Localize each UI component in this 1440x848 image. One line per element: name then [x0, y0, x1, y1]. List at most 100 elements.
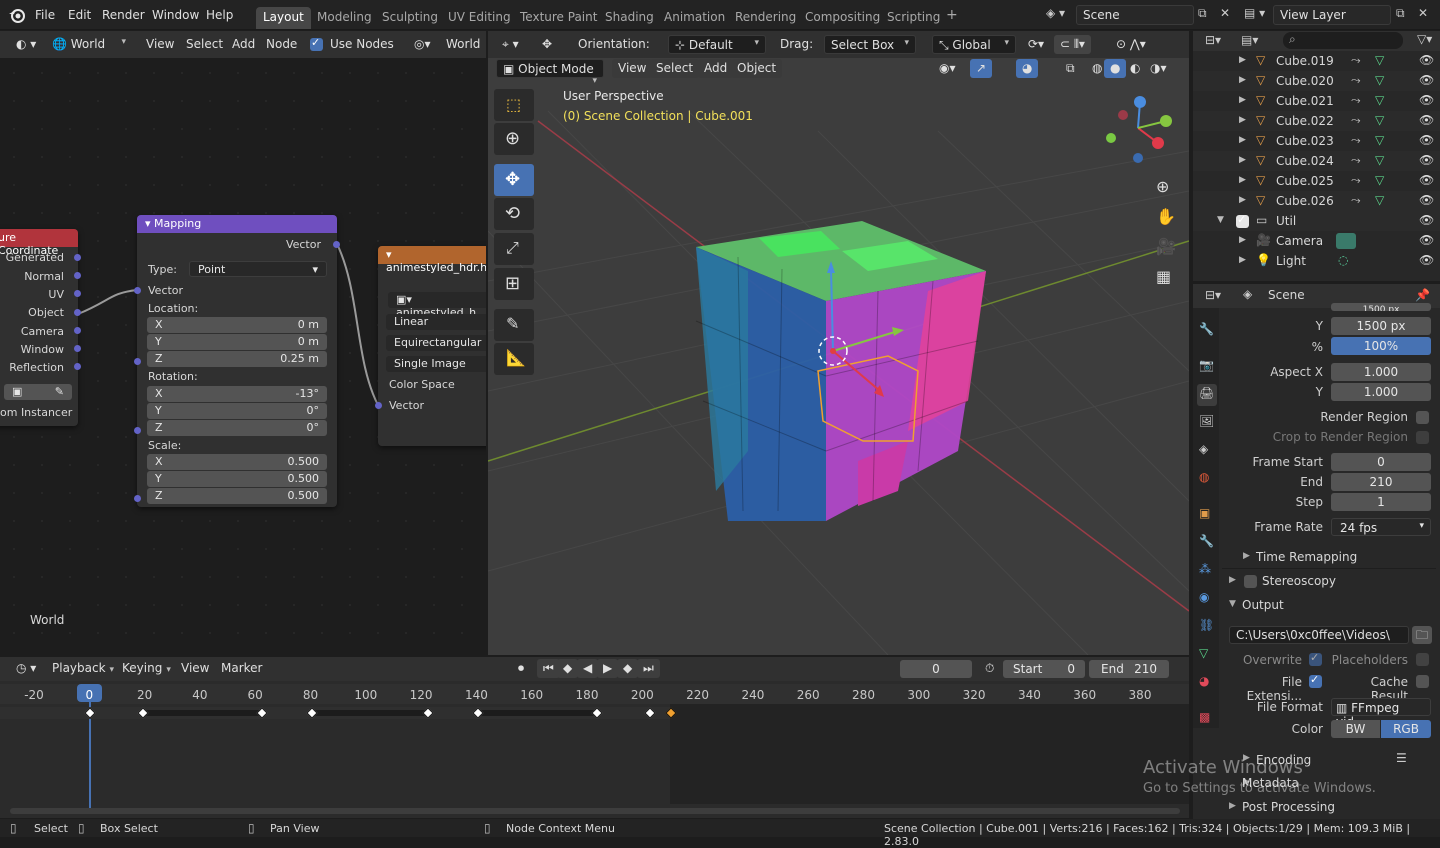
stereoscopy-panel[interactable]: Stereoscopy	[1262, 574, 1336, 588]
object-tab-icon[interactable]: ▣	[1199, 506, 1210, 520]
select-box-tool[interactable]: ⬚	[494, 89, 534, 121]
start-frame-field[interactable]: Start 0	[1003, 660, 1085, 678]
folder-icon[interactable]: 🗀	[1412, 626, 1432, 644]
socket[interactable]	[134, 427, 141, 434]
constraints-tab-icon[interactable]: ⛓	[1199, 618, 1214, 632]
socket[interactable]	[134, 495, 141, 502]
material-tab-icon[interactable]: ◕	[1199, 674, 1209, 688]
outliner-row-cube[interactable]: ▶ ▽ Cube.023 ⤳ ▽ 👁	[1193, 131, 1440, 151]
overwrite-checkbox[interactable]	[1309, 651, 1322, 666]
editor-type-icon[interactable]: ◷ ▾	[10, 659, 42, 678]
socket[interactable]	[74, 309, 81, 316]
transform-orientation-dropdown[interactable]: ⤡ Global ▾	[932, 35, 1016, 54]
frame-start-field[interactable]: 0	[1331, 453, 1431, 471]
socket[interactable]	[74, 290, 81, 297]
visibility-icon[interactable]: ◉▾	[933, 59, 962, 78]
copy-scene-icon[interactable]: ⧉	[1198, 6, 1207, 21]
expand-icon[interactable]: ▶	[1243, 551, 1250, 561]
menu-view[interactable]: View	[612, 59, 653, 78]
scale-tool[interactable]: ⤢	[494, 233, 534, 265]
render-tab-icon[interactable]: 📷	[1199, 358, 1214, 372]
resolution-x-field[interactable]: 1500 px	[1331, 303, 1431, 311]
move-tool[interactable]: ✥	[494, 164, 534, 196]
menu-marker[interactable]: Marker	[215, 659, 268, 678]
view-layer-icon[interactable]: ▤ ▾	[1244, 6, 1265, 20]
prev-keyframe-icon[interactable]: ◆	[557, 659, 579, 678]
resolution-y-field[interactable]: 1500 px	[1331, 317, 1431, 335]
eye-icon[interactable]: 👁	[1419, 213, 1434, 227]
expand-icon[interactable]: ▶	[1239, 135, 1246, 145]
pin-icon[interactable]: 📌	[1415, 288, 1430, 302]
editor-type-icon[interactable]: ⌖ ▾	[496, 35, 525, 54]
rotate-tool[interactable]: ⟲	[494, 198, 534, 230]
tab-uv-editing[interactable]: UV Editing	[441, 7, 518, 29]
add-workspace-icon[interactable]: +	[946, 7, 958, 23]
expand-icon[interactable]: ▶	[1229, 575, 1236, 585]
cube-object[interactable]	[695, 221, 986, 521]
timeline-scrollbar[interactable]	[10, 808, 1180, 814]
tab-sculpting[interactable]: Sculpting	[375, 7, 445, 29]
jump-end-icon[interactable]: ⏭	[637, 659, 660, 678]
keying-menu[interactable]: Keying ▾	[116, 659, 177, 678]
object-picker[interactable]: ▣ ✎	[4, 384, 72, 400]
delete-scene-icon[interactable]: ✕	[1220, 6, 1230, 20]
color-rgb-button[interactable]: RGB	[1381, 720, 1431, 738]
display-mode-icon[interactable]: ▤▾	[1241, 33, 1258, 47]
texture-coordinate-node[interactable]: ure Coordinate Generated Normal UV Objec…	[0, 229, 81, 426]
aspect-y-field[interactable]: 1.000	[1331, 383, 1431, 401]
frame-step-field[interactable]: 1	[1331, 493, 1431, 511]
placeholders-checkbox[interactable]	[1416, 653, 1429, 666]
rot-z-field[interactable]: Z 0°	[147, 420, 327, 436]
file-format-dropdown[interactable]: ▥ FFmpeg vid...	[1331, 698, 1431, 729]
copy-view-layer-icon[interactable]: ⧉	[1396, 6, 1405, 21]
eye-icon[interactable]: 👁	[1419, 113, 1434, 127]
view-layer-tab-icon[interactable]: 🖼	[1199, 414, 1214, 428]
outliner-row-cube[interactable]: ▶ ▽ Cube.025 ⤳ ▽ 👁	[1193, 171, 1440, 191]
tab-texture-paint[interactable]: Texture Paint	[513, 7, 604, 29]
expand-icon[interactable]: ▶	[1239, 235, 1246, 245]
tab-shading[interactable]: Shading	[598, 7, 661, 29]
collapse-icon[interactable]: ▼	[1229, 599, 1236, 609]
cursor-tool[interactable]: ⊕	[494, 123, 534, 155]
eye-icon[interactable]: 👁	[1419, 193, 1434, 207]
mapping-node[interactable]: ▾ Mapping Vector Type: Point ▾ Vector Loc…	[134, 215, 340, 507]
expand-icon[interactable]: ▶	[1229, 801, 1236, 811]
transform-tool[interactable]: ⊞	[494, 268, 534, 300]
projection-dropdown[interactable]: Equirectangular	[386, 335, 486, 351]
source-dropdown[interactable]: Single Image	[386, 356, 486, 372]
socket[interactable]	[134, 287, 141, 294]
tab-compositing[interactable]: Compositing	[798, 7, 887, 29]
mode-dropdown[interactable]: ▣ Object Mode ▾	[496, 59, 604, 86]
measure-tool[interactable]: 📐	[494, 343, 534, 375]
scene-tab-icon[interactable]: ◈	[1199, 442, 1208, 456]
expand-icon[interactable]: ▶	[1239, 175, 1246, 185]
outliner-row-cube[interactable]: ▶ ▽ Cube.022 ⤳ ▽ 👁	[1193, 111, 1440, 131]
menu-select[interactable]: Select	[650, 59, 700, 78]
output-tab-icon[interactable]: 🖨	[1197, 384, 1217, 406]
expand-icon[interactable]: ▼	[1217, 215, 1224, 225]
tool-tab-icon[interactable]: 🔧	[1199, 322, 1214, 336]
menu-window[interactable]: Window	[152, 8, 199, 22]
tab-rendering[interactable]: Rendering	[728, 7, 803, 29]
zoom-icon[interactable]: ⊕	[1156, 177, 1169, 196]
post-processing-panel[interactable]: Post Processing	[1242, 800, 1335, 814]
outliner-row-cube[interactable]: ▶ ▽ Cube.026 ⤳ ▽ 👁	[1193, 191, 1440, 211]
render-region-checkbox[interactable]	[1416, 411, 1429, 424]
proportional-edit-icon[interactable]: ⊙ ⋀▾	[1110, 35, 1152, 54]
loc-y-field[interactable]: Y 0 m	[147, 334, 327, 350]
socket[interactable]	[74, 345, 81, 352]
socket[interactable]	[134, 358, 141, 365]
environment-texture-node[interactable]: ▾ animestyled_hdr.h ▣▾ animestyled_h Lin…	[375, 246, 486, 446]
node-editor[interactable]: ◐ ▾ 🌐 World▾ View Select Add Node Use No…	[0, 31, 486, 655]
next-keyframe-icon[interactable]: ◆	[617, 659, 639, 678]
modifier-tab-icon[interactable]: 🔧	[1199, 534, 1214, 548]
outliner-row-camera[interactable]: ▶ 🎥 Camera 👁	[1193, 231, 1440, 251]
menu-add[interactable]: Add	[698, 59, 734, 78]
play-icon[interactable]: ▶	[597, 659, 619, 678]
scene-field[interactable]: Scene	[1076, 5, 1194, 25]
eye-icon[interactable]: 👁	[1419, 233, 1434, 247]
time-remapping-panel[interactable]: Time Remapping	[1256, 550, 1357, 564]
navigation-gizmo[interactable]	[1103, 93, 1173, 163]
expand-icon[interactable]: ▶	[1239, 55, 1246, 65]
annotate-tool[interactable]: ✎	[494, 309, 534, 341]
